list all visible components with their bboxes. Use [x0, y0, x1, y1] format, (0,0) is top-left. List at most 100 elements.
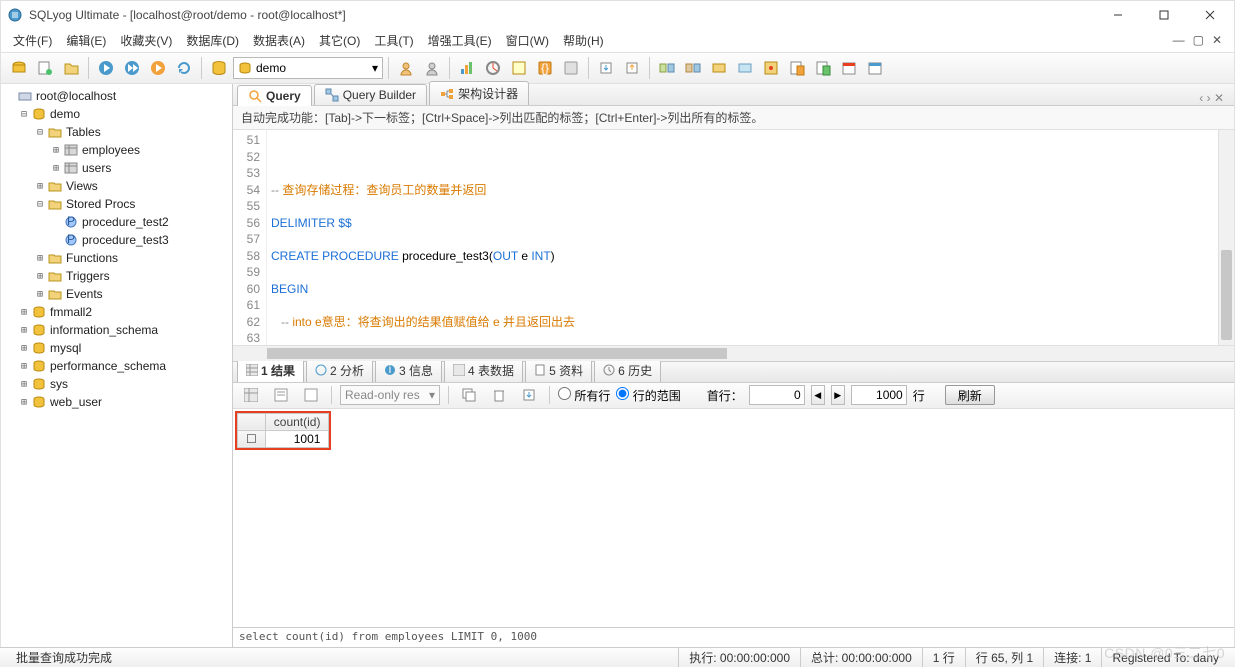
result-tab-5[interactable]: 5 资料 [525, 358, 592, 382]
export-result-button[interactable] [811, 56, 835, 80]
tree-folder-functions[interactable]: ⊞Functions [1, 249, 232, 267]
next-page-button[interactable]: ▶ [831, 385, 845, 405]
code-editor[interactable]: 5152535455565758596061626364656667 -- 查询… [233, 130, 1234, 345]
privileges-button[interactable] [420, 56, 444, 80]
tree-folder-triggers[interactable]: ⊞Triggers [1, 267, 232, 285]
notification-button[interactable] [863, 56, 887, 80]
column-header[interactable]: count(id) [265, 413, 329, 430]
new-connection-button[interactable] [7, 56, 31, 80]
refresh-button[interactable] [172, 56, 196, 80]
text-view-button[interactable] [269, 383, 293, 407]
db-icon[interactable] [207, 56, 231, 80]
row-count-input[interactable] [851, 385, 907, 405]
prev-page-button[interactable]: ◀ [811, 385, 825, 405]
vertical-scrollbar[interactable] [1218, 130, 1234, 345]
result-table[interactable]: count(id) ☐1001 [237, 413, 329, 448]
mdi-close-icon[interactable]: ✕ [1212, 33, 1222, 47]
tree-folder-events[interactable]: ⊞Events [1, 285, 232, 303]
new-query-button[interactable] [33, 56, 57, 80]
menu-edit[interactable]: 编辑(E) [60, 30, 112, 51]
tree-root[interactable]: root@localhost [1, 87, 232, 105]
refresh-result-button[interactable]: 刷新 [945, 385, 995, 405]
schedule-button[interactable] [837, 56, 861, 80]
export-button[interactable] [620, 56, 644, 80]
mdi-maximize-icon[interactable]: ▢ [1193, 33, 1204, 47]
query-profiler-button[interactable] [481, 56, 505, 80]
first-row-input[interactable] [749, 385, 805, 405]
menu-tools[interactable]: 工具(T) [368, 30, 419, 51]
readonly-dropdown[interactable]: Read-only res▾ [340, 385, 440, 405]
row-selector[interactable]: ☐ [238, 430, 266, 447]
menu-database[interactable]: 数据库(D) [180, 30, 245, 51]
result-tabstrip: 1 结果 2 分析 i3 信息 4 表数据 5 资料 6 历史 [233, 361, 1234, 383]
result-toolbar: Read-only res▾ 所有行 行的范围 首行： ◀ ▶ 行 刷新 [233, 383, 1234, 409]
grid-view-button[interactable] [239, 383, 263, 407]
menu-window[interactable]: 窗口(W) [500, 30, 555, 51]
horizontal-scrollbar[interactable] [233, 345, 1234, 361]
row-selector-header[interactable] [238, 413, 266, 430]
close-button[interactable] [1192, 4, 1228, 26]
tree-db-mysql[interactable]: ⊞mysql [1, 339, 232, 357]
tree-db-infoschema[interactable]: ⊞information_schema [1, 321, 232, 339]
tree-table-employees[interactable]: ⊞employees [1, 141, 232, 159]
result-tab-3[interactable]: i3 信息 [375, 358, 442, 382]
tree-db-demo[interactable]: ⊟demo [1, 105, 232, 123]
process-button[interactable] [759, 56, 783, 80]
user-manager-button[interactable] [394, 56, 418, 80]
status-message: 批量查询成功完成 [6, 648, 122, 667]
result-tab-2[interactable]: 2 分析 [306, 358, 373, 382]
folder-icon [47, 250, 63, 266]
backup-button[interactable] [733, 56, 757, 80]
tab-schema-designer[interactable]: 架构设计器 [429, 81, 529, 105]
query-icon [248, 89, 262, 103]
visual-data-button[interactable] [455, 56, 479, 80]
execute-button[interactable] [94, 56, 118, 80]
index-button[interactable] [507, 56, 531, 80]
schema-sync-button[interactable] [681, 56, 705, 80]
execute-all-button[interactable] [120, 56, 144, 80]
result-tab-4[interactable]: 4 表数据 [444, 358, 523, 382]
close-tab-icon[interactable]: ‹ › ✕ [1193, 91, 1230, 105]
tree-table-users[interactable]: ⊞users [1, 159, 232, 177]
open-file-button[interactable] [59, 56, 83, 80]
tree-proc-test3[interactable]: Pprocedure_test3 [1, 231, 232, 249]
result-cell[interactable]: 1001 [265, 430, 329, 447]
minimize-button[interactable] [1100, 4, 1136, 26]
query-format-button[interactable]: {} [533, 56, 557, 80]
delete-button[interactable] [487, 383, 511, 407]
database-selector[interactable]: demo ▾ [233, 57, 383, 79]
menu-file[interactable]: 文件(F) [7, 30, 58, 51]
external-tool-button[interactable] [785, 56, 809, 80]
tree-db-perfschema[interactable]: ⊞performance_schema [1, 357, 232, 375]
wrap-button[interactable] [559, 56, 583, 80]
radio-all-rows[interactable]: 所有行 [558, 387, 610, 404]
menu-favorites[interactable]: 收藏夹(V) [114, 30, 178, 51]
menu-help[interactable]: 帮助(H) [557, 30, 610, 51]
mdi-minimize-icon[interactable]: — [1173, 33, 1185, 47]
code-area[interactable]: -- 查询存储过程：查询员工的数量并返回 DELIMITER $$ CREATE… [267, 130, 1218, 345]
radio-row-range[interactable]: 行的范围 [616, 387, 680, 404]
tree-proc-test2[interactable]: Pprocedure_test2 [1, 213, 232, 231]
menu-table[interactable]: 数据表(A) [247, 30, 311, 51]
tree-db-webuser[interactable]: ⊞web_user [1, 393, 232, 411]
copy-button[interactable] [457, 383, 481, 407]
tab-query-builder[interactable]: Query Builder [314, 84, 427, 105]
tab-query[interactable]: Query [237, 85, 312, 106]
form-view-button[interactable] [299, 383, 323, 407]
export-result-button[interactable] [517, 383, 541, 407]
result-tab-6[interactable]: 6 历史 [594, 358, 661, 382]
sync-button[interactable] [655, 56, 679, 80]
data-sync-button[interactable] [707, 56, 731, 80]
execute-selected-button[interactable] [146, 56, 170, 80]
maximize-button[interactable] [1146, 4, 1182, 26]
menu-other[interactable]: 其它(O) [313, 30, 366, 51]
database-icon [31, 304, 47, 320]
tree-folder-storedprocs[interactable]: ⊟Stored Procs [1, 195, 232, 213]
tree-folder-views[interactable]: ⊞Views [1, 177, 232, 195]
import-button[interactable] [594, 56, 618, 80]
result-tab-1[interactable]: 1 结果 [237, 358, 304, 382]
tree-db-fmmall2[interactable]: ⊞fmmall2 [1, 303, 232, 321]
tree-db-sys[interactable]: ⊞sys [1, 375, 232, 393]
menu-powertools[interactable]: 增强工具(E) [422, 30, 498, 51]
tree-folder-tables[interactable]: ⊟Tables [1, 123, 232, 141]
